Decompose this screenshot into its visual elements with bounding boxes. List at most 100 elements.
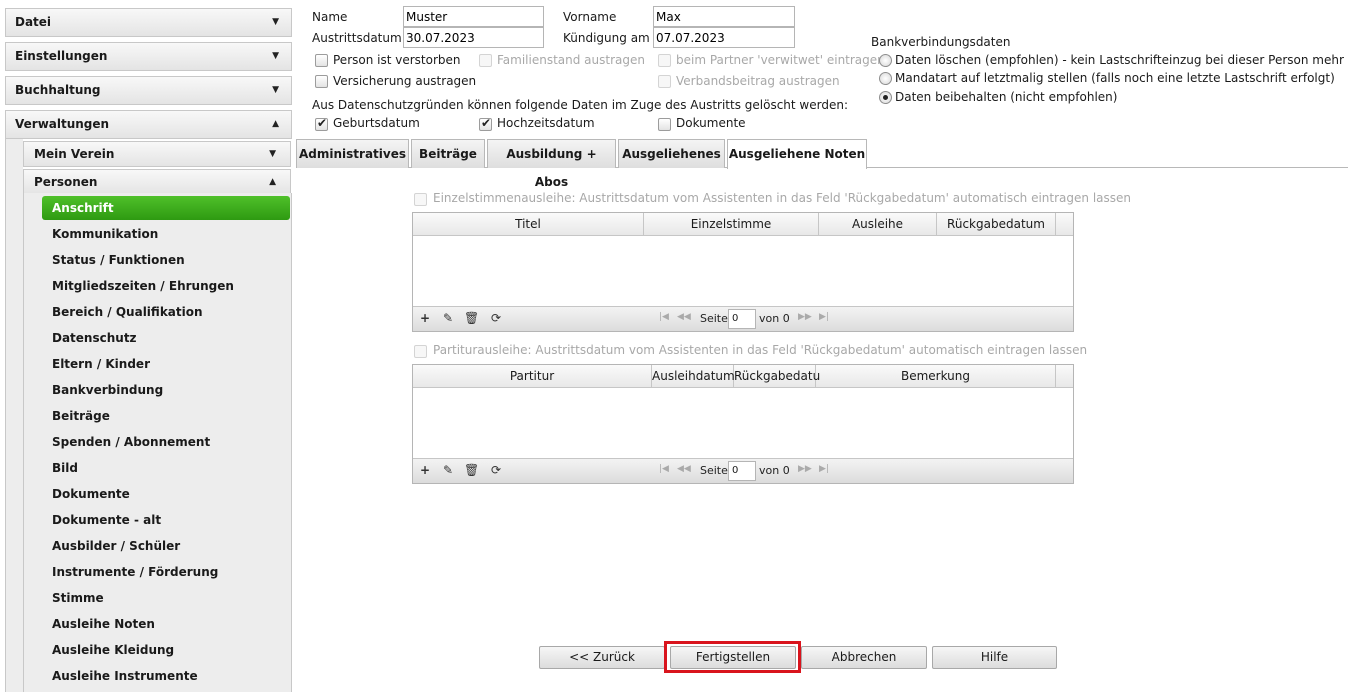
delete-icon[interactable]: 🗑 [464, 463, 479, 477]
refresh-icon[interactable]: ⟳ [491, 311, 501, 325]
hochzeitsdatum-label: Hochzeitsdatum [497, 116, 595, 130]
vorname-input[interactable] [653, 6, 795, 27]
subsection-mein-verein[interactable]: Mein Verein ▼ [23, 141, 291, 167]
bank-title: Bankverbindungsdaten [871, 35, 1011, 49]
partitur-auto-label: Partiturausleihe: Austrittsdatum vom Ass… [433, 343, 1088, 357]
add-icon[interactable]: + [420, 463, 430, 477]
sidebar-item[interactable]: Eltern / Kinder [42, 352, 290, 376]
tab-administratives[interactable]: Administratives [296, 139, 409, 168]
sidebar-item[interactable]: Bild [42, 456, 290, 480]
sidebar-item[interactable]: Mitgliedszeiten / Ehrungen [42, 274, 290, 298]
sidebar-item[interactable]: Stimme [42, 586, 290, 610]
subsection-label: Mein Verein [34, 147, 115, 161]
versicherung-checkbox[interactable] [315, 75, 328, 88]
hochzeitsdatum-checkbox[interactable]: ✔ [479, 116, 492, 131]
checkmark-icon: ✔ [481, 116, 492, 130]
sidebar-item[interactable]: Bankverbindung [42, 378, 290, 402]
sidebar-item[interactable]: Ausleihe Kleidung [42, 638, 290, 662]
column-header[interactable]: Ausleihdatum [652, 365, 735, 388]
column-header[interactable]: Ausleihe [819, 213, 937, 236]
verbandsbeitrag-checkbox[interactable] [658, 75, 671, 88]
tab-ausgeliehenes[interactable]: Ausgeliehenes [618, 139, 725, 168]
sidebar-item[interactable]: Dokumente [42, 482, 290, 506]
bank-option-mandat-label: Mandatart auf letztmalig stellen (falls … [895, 71, 1335, 85]
verstorben-checkbox[interactable] [315, 54, 328, 67]
section-verwaltungen[interactable]: Verwaltungen ▲ [5, 110, 292, 139]
sidebar-item[interactable]: Beiträge [42, 404, 290, 428]
refresh-icon[interactable]: ⟳ [491, 463, 501, 477]
einzelstimme-grid: Titel Einzelstimme Ausleihe Rückgabedatu… [412, 212, 1074, 332]
prev-page-icon[interactable]: ◀◀ [677, 312, 691, 322]
page-label: Seite [700, 464, 728, 477]
tab-ausbildung-abos[interactable]: Ausbildung + Abos [487, 139, 616, 189]
column-header[interactable]: Rückgabedatum [937, 213, 1056, 236]
austrittsdatum-input[interactable] [403, 27, 544, 48]
sidebar-item[interactable]: Spenden / Abonnement [42, 430, 290, 454]
sidebar-item[interactable]: Ausbilder / Schüler [42, 534, 290, 558]
page-input[interactable]: 0 [728, 309, 756, 329]
bank-option-mandat-radio[interactable] [879, 72, 892, 85]
cancel-button[interactable]: Abbrechen [801, 646, 927, 669]
bank-option-keep-radio[interactable] [879, 91, 892, 104]
edit-icon[interactable]: ✎ [443, 463, 453, 477]
first-page-icon[interactable]: |◀ [659, 464, 669, 474]
sidebar-item[interactable]: Dokumente - alt [42, 508, 290, 532]
sidebar-item[interactable]: Anschrift [42, 196, 290, 220]
section-einstellungen[interactable]: Einstellungen ▼ [5, 42, 292, 71]
section-datei[interactable]: Datei ▼ [5, 8, 292, 37]
sidebar-item[interactable]: Ausleihe Instrumente [42, 664, 290, 688]
geburtsdatum-label: Geburtsdatum [333, 116, 420, 130]
name-label: Name [312, 10, 348, 24]
tab-ausgeliehene-noten[interactable]: Ausgeliehene Noten [727, 139, 867, 169]
sidebar-item[interactable]: Kommunikation [42, 222, 290, 246]
sidebar-item[interactable]: Bereich / Qualifikation [42, 300, 290, 324]
kuendigung-input[interactable] [653, 27, 795, 48]
edit-icon[interactable]: ✎ [443, 311, 453, 325]
checkmark-icon: ✔ [317, 116, 328, 130]
dokumente-label: Dokumente [676, 116, 746, 130]
delete-icon[interactable]: 🗑 [464, 311, 479, 325]
sidebar-item[interactable]: Ausleihe Noten [42, 612, 290, 636]
column-header[interactable]: Titel [413, 213, 644, 236]
sidebar-item[interactable]: Status / Funktionen [42, 248, 290, 272]
back-button[interactable]: << Zurück [539, 646, 665, 669]
section-label: Einstellungen [15, 49, 108, 63]
column-header[interactable]: Rückgabedatu [734, 365, 820, 388]
sidebar-item[interactable]: Datenschutz [42, 326, 290, 350]
subsection-personen[interactable]: Personen ▲ [23, 169, 291, 195]
next-page-icon[interactable]: ▶▶ [798, 464, 812, 474]
prev-page-icon[interactable]: ◀◀ [677, 464, 691, 474]
sidebar-item[interactable]: Instrumente / Förderung [42, 560, 290, 584]
bank-option-delete-radio[interactable] [879, 54, 892, 67]
familienstand-checkbox[interactable] [479, 54, 492, 67]
chevron-down-icon: ▼ [272, 17, 279, 27]
einzelstimme-auto-checkbox[interactable] [414, 193, 427, 206]
radio-selected-dot [883, 95, 888, 100]
chevron-down-icon: ▼ [269, 149, 276, 159]
geburtsdatum-checkbox[interactable]: ✔ [315, 116, 328, 131]
partitur-grid: Partitur Ausleihdatum Rückgabedatu Bemer… [412, 364, 1074, 484]
last-page-icon[interactable]: ▶| [819, 312, 829, 322]
partner-label: beim Partner 'verwitwet' eintragen [676, 53, 885, 67]
familienstand-label: Familienstand austragen [497, 53, 645, 67]
section-buchhaltung[interactable]: Buchhaltung ▼ [5, 76, 292, 105]
first-page-icon[interactable]: |◀ [659, 312, 669, 322]
next-page-icon[interactable]: ▶▶ [798, 312, 812, 322]
grid-header: Partitur Ausleihdatum Rückgabedatu Bemer… [413, 365, 1073, 388]
tab-beitraege[interactable]: Beiträge [411, 139, 485, 168]
partner-checkbox[interactable] [658, 54, 671, 67]
austrittsdatum-label: Austrittsdatum [312, 31, 402, 45]
grid-header: Titel Einzelstimme Ausleihe Rückgabedatu… [413, 213, 1073, 236]
help-button[interactable]: Hilfe [932, 646, 1057, 669]
add-icon[interactable]: + [420, 311, 430, 325]
column-header[interactable]: Bemerkung [816, 365, 1056, 388]
column-header[interactable]: Partitur [413, 365, 652, 388]
column-header[interactable]: Einzelstimme [644, 213, 819, 236]
verstorben-label: Person ist verstorben [333, 53, 461, 67]
dokumente-checkbox[interactable] [658, 118, 671, 131]
partitur-auto-checkbox[interactable] [414, 345, 427, 358]
page-input[interactable]: 0 [728, 461, 756, 481]
name-input[interactable] [403, 6, 544, 27]
last-page-icon[interactable]: ▶| [819, 464, 829, 474]
vorname-label: Vorname [563, 10, 617, 24]
